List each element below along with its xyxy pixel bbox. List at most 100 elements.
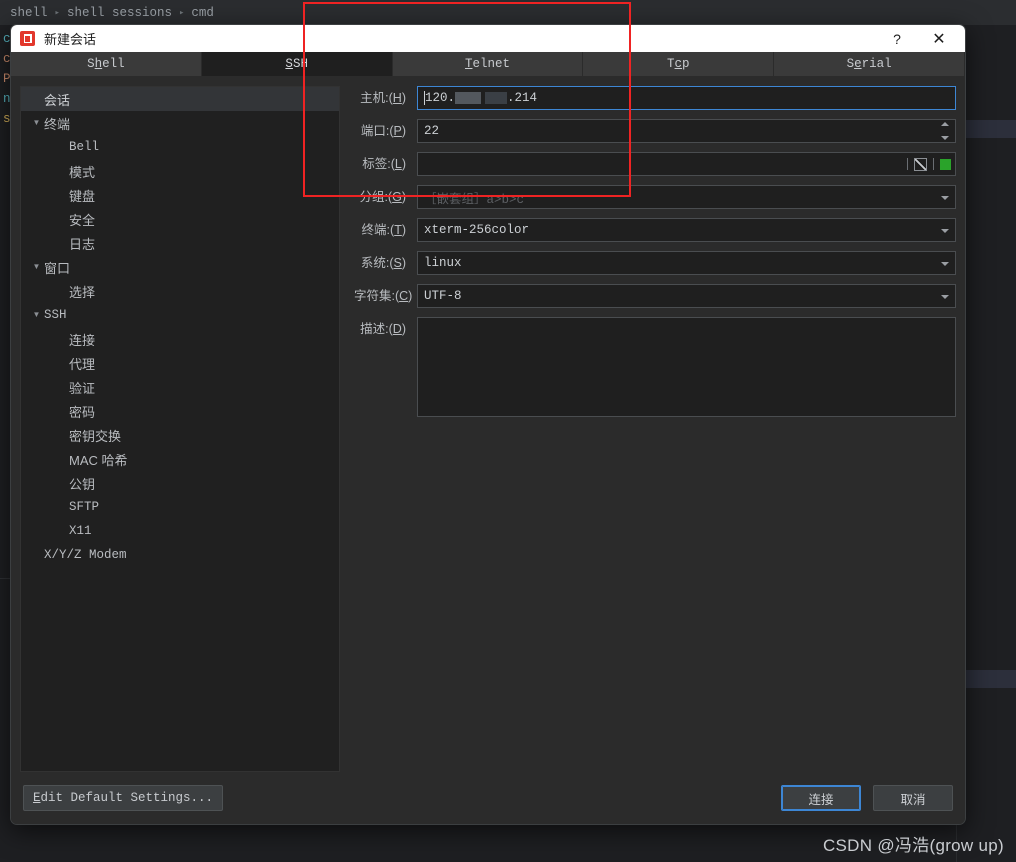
breadcrumb-separator-icon: ▸ [178,7,185,18]
form-row-tag: 标签:(L) [354,152,956,176]
tree-item-label: 选择 [69,284,96,300]
tree-item[interactable]: ▼X/Y/Z Modem [21,543,339,567]
tree-item-label: 公钥 [69,476,96,492]
edit-defaults-mnemonic: E [33,791,41,805]
tree-item[interactable]: ▼密钥交换 [21,423,339,447]
charset-combo[interactable]: UTF-8 [417,284,956,308]
session-form: 主机:(H) 120. .214 端口:(P) 22 标签:(L) 分组:(G)… [340,77,965,772]
chevron-down-icon[interactable] [941,196,949,200]
port-input[interactable]: 22 [417,119,956,143]
divider [933,158,934,170]
tree-item[interactable]: ▼Bell [21,135,339,159]
tree-item[interactable]: ▼日志 [21,231,339,255]
tree-item[interactable]: ▼代理 [21,351,339,375]
tree-item[interactable]: ▼MAC 哈希 [21,447,339,471]
chevron-down-icon[interactable]: ▼ [29,311,44,319]
tree-item[interactable]: ▼会话 [21,87,339,111]
tree-item[interactable]: ▼公钥 [21,471,339,495]
edit-defaults-label: dit Default Settings... [40,791,214,805]
tree-item-label: MAC 哈希 [69,452,128,468]
new-session-dialog: 新建会话 ? ✕ Shell SSH Telnet Tcp Serial ▼会话… [10,24,966,825]
chevron-down-icon[interactable] [941,229,949,233]
system-combo[interactable]: linux [417,251,956,275]
tree-item[interactable]: ▼安全 [21,207,339,231]
charset-label: 字符集:(C) [354,289,413,303]
tree-item[interactable]: ▼密码 [21,399,339,423]
tree-item[interactable]: ▼X11 [21,519,339,543]
divider [907,158,908,170]
app-logo-icon [20,31,35,46]
tree-item-label: Bell [69,140,100,154]
help-button[interactable]: ? [879,25,915,52]
cancel-button[interactable]: 取消 [873,785,953,811]
tree-item[interactable]: ▼连接 [21,327,339,351]
form-row-group: 分组:(G) ［嵌套组］a>b>c [354,185,956,209]
tree-item[interactable]: ▼SFTP [21,495,339,519]
group-combo[interactable]: ［嵌套组］a>b>c [417,185,956,209]
chevron-down-icon[interactable] [941,295,949,299]
tree-item[interactable]: ▼ 终端 [21,111,339,135]
tab-serial[interactable]: Se rial [774,52,965,76]
tree-item-label: 日志 [69,236,96,252]
tree-item[interactable]: ▼验证 [21,375,339,399]
tree-item-label: 会话 [44,92,71,108]
tab-shell[interactable]: Sh ell [11,52,202,76]
stepper-down-icon[interactable] [941,136,949,140]
host-input[interactable]: 120. .214 [417,86,956,110]
connect-button[interactable]: 连接 [781,785,861,811]
form-row-port: 端口:(P) 22 [354,119,956,143]
tree-item-label: SSH [44,308,67,322]
tree-item-label: X/Y/Z Modem [44,548,127,562]
stepper-up-icon[interactable] [941,122,949,126]
settings-tree[interactable]: ▼会话▼终端▼Bell▼模式▼键盘▼安全▼日志▼窗口▼选择▼SSH▼连接▼代理▼… [20,86,340,772]
breadcrumb-item-2[interactable]: cmd [191,6,214,20]
tree-item-label: 代理 [69,356,96,372]
form-row-system: 系统:(S) linux [354,251,956,275]
tree-item[interactable]: ▼模式 [21,159,339,183]
tag-color-swatch[interactable] [940,158,951,170]
tab-telnet[interactable]: Telnet [392,52,584,76]
form-row-terminal: 终端:(T) xterm-256color [354,218,956,242]
tree-item-label: 模式 [69,164,96,180]
tree-item[interactable]: ▼键盘 [21,183,339,207]
port-stepper[interactable] [941,122,952,140]
breadcrumb-item-1[interactable]: shell sessions [67,6,172,20]
tree-item-label: 密码 [69,404,96,420]
redacted-block [485,92,508,104]
tree-item-label: 终端 [44,116,71,132]
tree-item-label: 键盘 [69,188,96,204]
terminal-value: xterm-256color [424,223,530,237]
chevron-down-icon[interactable]: ▼ [29,119,44,127]
breadcrumb-item-0[interactable]: shell [10,6,48,20]
chevron-down-icon[interactable] [941,262,949,266]
tree-item[interactable]: ▼ 窗口 [21,255,339,279]
charset-value: UTF-8 [424,289,462,303]
tag-label: 标签:(L) [362,157,406,171]
tree-item-label: X11 [69,524,92,538]
tree-item[interactable]: ▼选择 [21,279,339,303]
system-label: 系统:(S) [360,256,406,270]
chevron-down-icon[interactable]: ▼ [29,263,44,271]
dialog-titlebar: 新建会话 ? ✕ [11,25,965,52]
tree-item-label: 验证 [69,380,96,396]
tree-item-label: 窗口 [44,260,71,276]
form-row-host: 主机:(H) 120. .214 [354,86,956,110]
watermark: CSDN @冯浩(grow up) [822,836,1004,855]
tag-input[interactable] [417,152,956,176]
terminal-label: 终端:(T) [361,223,406,237]
tree-item[interactable]: ▼ SSH [21,303,339,327]
tree-item-label: SFTP [69,500,100,514]
terminal-combo[interactable]: xterm-256color [417,218,956,242]
edit-default-settings-button[interactable]: Edit Default Settings... [23,785,224,811]
group-placeholder: ［嵌套组］a>b>c [424,192,525,207]
tab-tcp[interactable]: Tcp [583,52,775,76]
close-icon[interactable]: ✕ [921,25,957,52]
tag-picker-icon[interactable] [914,157,927,171]
description-textarea[interactable] [417,317,956,417]
tab-ssh[interactable]: S SH [201,52,393,76]
port-label: 端口:(P) [360,124,406,138]
dialog-body: ▼会话▼终端▼Bell▼模式▼键盘▼安全▼日志▼窗口▼选择▼SSH▼连接▼代理▼… [11,77,965,772]
breadcrumb-separator-icon: ▸ [54,7,60,18]
tag-tools [907,153,951,175]
tree-item-label: 连接 [69,332,96,348]
